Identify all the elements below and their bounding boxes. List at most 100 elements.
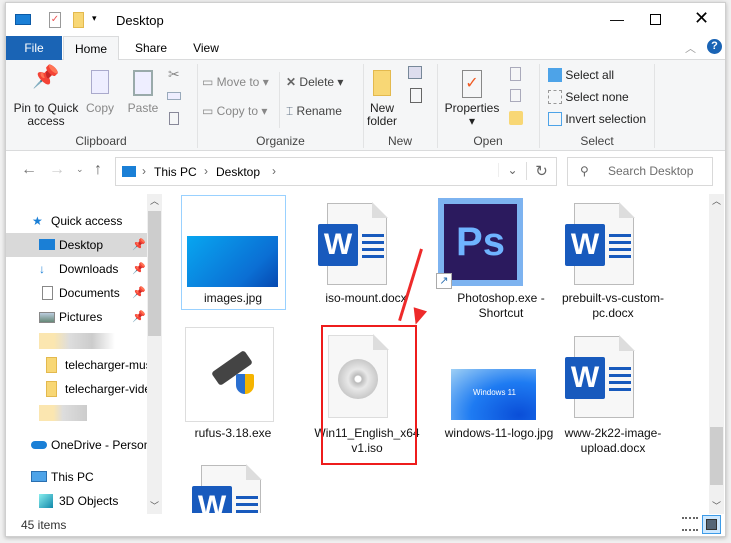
pin-icon: 📌 [132,311,146,323]
move-to-button[interactable]: ▭ Move to ▾ [202,76,269,89]
shield-icon [236,374,254,394]
close-button[interactable]: ✕ [694,8,709,29]
this-pc-icon [122,166,136,177]
file-prebuilt-vs-custom-pc-docx[interactable]: prebuilt-vs-custom-pc.docx [558,291,668,321]
group-clipboard: Clipboard [75,134,127,148]
address-bar[interactable]: › This PC › Desktop › ⌄ ↻ [115,157,557,186]
item-count: 45 items [21,518,67,532]
navigation-pane: ★ Quick access Desktop 📌 ↓ Downloads 📌 Docum… [6,193,161,515]
search-input[interactable]: ⚲ Search Desktop [567,157,713,186]
pin-icon: 📌 [32,64,60,89]
divider [654,64,655,148]
content-scrollbar[interactable]: ︿ ﹀ [709,194,724,514]
word-doc-icon: W [565,335,635,418]
select-none-button[interactable]: Select none [548,90,629,104]
title-bar: ✓ ▾ Desktop — ✕ [6,3,725,36]
edit-icon[interactable] [510,89,521,102]
customize-toolbar-icon[interactable]: ▾ [92,13,97,24]
this-pc-icon [31,471,47,482]
cut-icon[interactable]: ✂ [168,66,180,83]
back-button[interactable]: ← [21,161,37,179]
tab-home[interactable]: Home [63,36,119,61]
delete-icon: ✕ [286,75,297,89]
rufus-thumbnail [185,327,274,422]
pin-icon: 📌 [132,263,146,275]
file-windows-11-logo-jpg[interactable]: windows-11-logo.jpg [444,426,554,441]
properties-quick-icon[interactable]: ✓ [49,12,61,28]
easy-access-icon[interactable] [410,88,422,103]
tab-view[interactable]: View [178,36,234,60]
file-rufus-exe[interactable]: rufus-3.18.exe [178,426,288,441]
folder-icon [373,70,391,96]
select-none-icon [548,90,562,104]
word-doc-icon: W [192,464,262,513]
file-partial-docx[interactable]: W [186,463,266,513]
copy-button[interactable]: Copy [84,70,116,115]
nav-blurred-item[interactable] [6,329,147,353]
group-open: Open [473,134,503,148]
nav-desktop[interactable]: Desktop 📌 [6,233,147,257]
history-icon[interactable] [509,111,523,125]
nav-onedrive[interactable]: OneDrive - Person [6,433,147,457]
address-dropdown-icon[interactable]: ⌄ [498,163,526,177]
copy-path-icon[interactable] [167,92,181,100]
pin-to-quick-access-button[interactable]: 📌 Pin to Quick access [10,64,82,128]
folder-quick-icon[interactable] [73,12,84,28]
nav-pictures[interactable]: Pictures 📌 [6,305,147,329]
paste-button[interactable]: Paste [126,70,160,115]
invert-selection-button[interactable]: Invert selection [548,112,646,126]
nav-quick-access[interactable]: ★ Quick access [6,209,147,233]
invert-selection-icon [548,112,562,126]
nav-telecharger-vide[interactable]: telecharger-vide [6,377,147,401]
star-icon: ★ [32,214,43,228]
copy-to-button[interactable]: ▭ Copy to ▾ [202,105,267,118]
tab-share[interactable]: Share [123,36,179,60]
nav-telecharger-mus[interactable]: telecharger-mus [6,353,147,377]
clipboard-icon [133,70,153,96]
nav-documents[interactable]: Documents 📌 [6,281,147,305]
delete-button[interactable]: ✕ Delete ▾ [286,76,343,89]
thumbnail-icon [706,519,717,530]
file-images-jpg[interactable]: images.jpg [178,291,288,306]
file-photoshop-shortcut[interactable]: Photoshop.exe - Shortcut [446,291,556,321]
up-button[interactable]: ↑ [94,161,102,179]
open-icon[interactable] [510,67,521,81]
breadcrumb-this-pc[interactable]: This PC [154,165,197,179]
file-www-2k22-image-upload-docx[interactable]: www-2k22-image-upload.docx [558,426,668,456]
new-folder-button[interactable]: New folder [364,70,400,128]
help-icon[interactable]: ? [707,39,722,54]
new-item-icon[interactable] [408,66,422,79]
minimize-button[interactable]: — [602,11,632,27]
maximize-button[interactable] [650,14,661,25]
properties-icon: ✓ [462,70,482,98]
group-organize: Organize [256,134,305,148]
pin-icon: 📌 [132,287,146,299]
nav-this-pc[interactable]: This PC [6,465,147,489]
search-icon: ⚲ [580,164,589,178]
rename-button[interactable]: ⌶ Rename [286,105,342,118]
details-view-button[interactable] [682,517,698,531]
forward-button[interactable]: → [49,161,65,179]
properties-button[interactable]: ✓ Properties ▾ [444,70,500,128]
highlight-box [321,325,417,465]
nav-scrollbar[interactable]: ︿ ﹀ [147,194,162,514]
shortcut-arrow-icon: ↗ [436,273,452,289]
refresh-button[interactable]: ↻ [526,162,556,180]
image-thumbnail [187,236,278,287]
window-title: Desktop [116,13,164,28]
nav-downloads[interactable]: ↓ Downloads 📌 [6,257,147,281]
paste-shortcut-icon[interactable] [169,112,179,125]
breadcrumb-desktop[interactable]: Desktop [216,165,260,179]
cloud-icon [31,441,47,449]
select-all-button[interactable]: Select all [548,68,614,82]
large-icons-view-button[interactable] [702,515,721,534]
tab-file[interactable]: File [6,36,62,60]
computer-icon [15,14,31,25]
copy-icon [91,70,109,94]
word-doc-icon: W [565,202,635,285]
collapse-ribbon-icon[interactable]: ︿ [685,40,696,56]
nav-3d-objects[interactable]: 3D Objects [6,489,147,513]
recent-locations-button[interactable]: ⌄ [76,164,84,175]
nav-blurred-item[interactable] [6,401,147,425]
select-all-icon [548,68,562,82]
